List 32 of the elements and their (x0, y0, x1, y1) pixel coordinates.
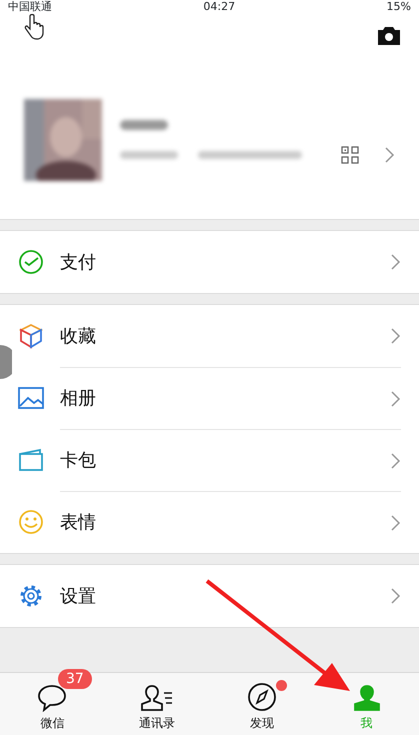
chevron-icon (391, 452, 401, 468)
tab-item[interactable]: 发现 (210, 673, 314, 735)
card-icon (18, 448, 44, 472)
carrier-name: 中国联通 (8, 0, 52, 14)
blurred-name (118, 118, 170, 132)
image-icon (18, 386, 44, 410)
person-icon (352, 684, 382, 712)
chevron-icon (391, 588, 401, 604)
compass-icon (246, 682, 277, 712)
unread-count: 37 (58, 669, 92, 689)
menu-item[interactable]: 设置 (0, 565, 419, 627)
contacts-icon (140, 684, 174, 712)
battery-percent: 15% (386, 0, 411, 14)
chevron-icon (391, 328, 401, 344)
chevron-icon (391, 514, 401, 530)
camera-icon[interactable] (377, 26, 401, 46)
menu-item[interactable]: 支付 (0, 231, 419, 293)
smiley-icon (18, 509, 44, 535)
menu-item[interactable]: 表情 (0, 491, 419, 553)
chevron-icon (385, 146, 395, 162)
menu-item[interactable]: 卡包 (0, 429, 419, 491)
menu-item[interactable]: 相册 (0, 367, 419, 429)
floating-button[interactable] (0, 345, 12, 379)
clock-time: 04:27 (203, 0, 236, 14)
settings-icon (18, 583, 44, 609)
qr-code-icon[interactable] (341, 146, 359, 164)
menu-item[interactable]: 收藏 (0, 305, 419, 367)
chat-bubble-icon (37, 684, 68, 712)
cube-icon (18, 323, 44, 349)
chevron-icon (391, 254, 401, 270)
chevron-icon (391, 390, 401, 406)
tab-item[interactable]: 通讯录 (104, 673, 210, 735)
